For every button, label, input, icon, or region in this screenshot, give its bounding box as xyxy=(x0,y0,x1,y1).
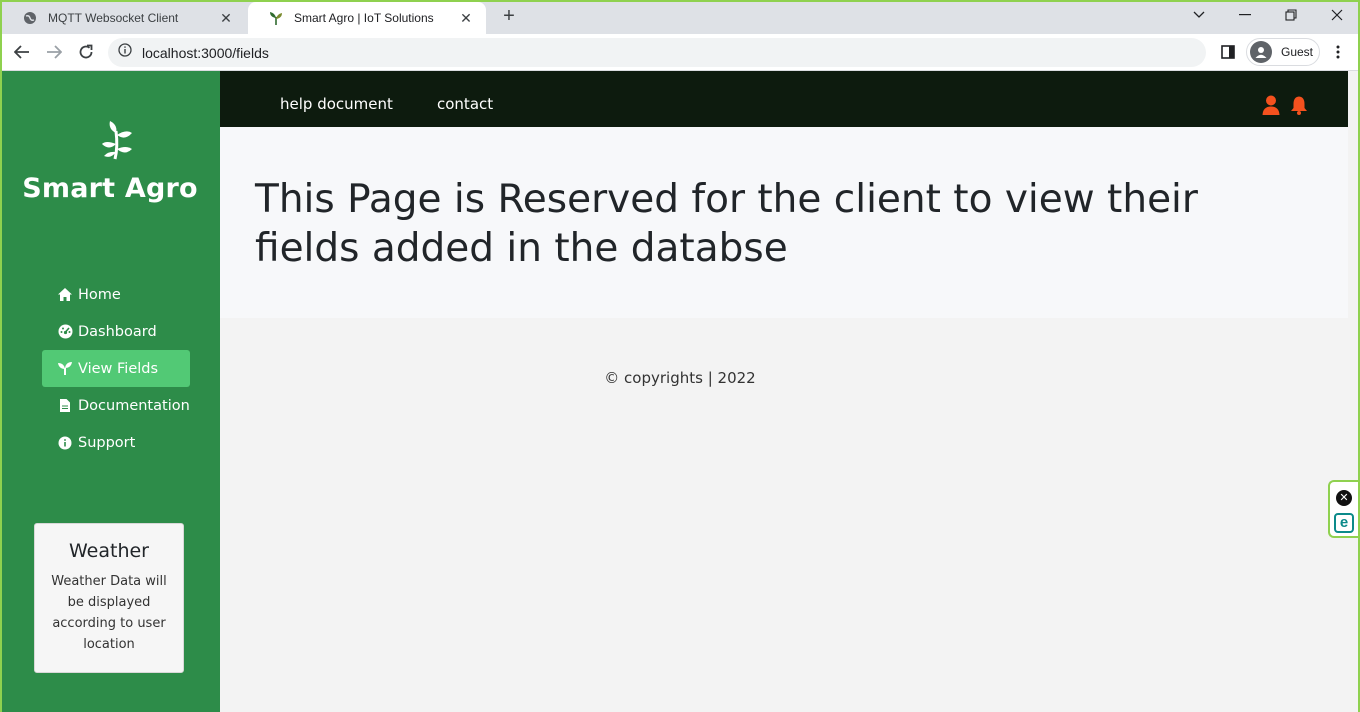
file-icon xyxy=(57,398,73,414)
address-bar[interactable]: localhost:3000/fields xyxy=(108,38,1206,67)
sidebar-item-label: View Fields xyxy=(78,360,159,377)
sidebar-item-documentation[interactable]: Documentation xyxy=(42,387,190,424)
close-icon[interactable]: ✕ xyxy=(458,10,474,26)
extension-widget: ✕ e xyxy=(1328,480,1360,538)
tab-title: MQTT Websocket Client xyxy=(48,11,179,25)
page-heading: This Page is Reserved for the client to … xyxy=(255,177,1198,271)
tab-strip: MQTT Websocket Client ✕ Smart Agro | IoT… xyxy=(0,0,1360,34)
sidebar-item-label: Dashboard xyxy=(78,323,157,340)
hero-section: This Page is Reserved for the client to … xyxy=(220,127,1348,318)
help-document-link[interactable]: help document xyxy=(280,95,393,113)
restore-icon[interactable] xyxy=(1279,4,1303,26)
extension-e-icon[interactable]: e xyxy=(1334,513,1354,533)
sidebar-item-view-fields[interactable]: View Fields xyxy=(42,350,190,387)
info-icon[interactable] xyxy=(118,43,132,62)
reload-icon[interactable] xyxy=(74,40,98,64)
sidebar-item-dashboard[interactable]: Dashboard xyxy=(42,313,190,350)
tab-mqtt-client[interactable]: MQTT Websocket Client ✕ xyxy=(2,2,246,34)
kebab-menu-icon[interactable] xyxy=(1326,40,1350,64)
home-icon xyxy=(57,287,73,303)
forward-arrow-icon[interactable] xyxy=(42,40,66,64)
close-icon[interactable]: ✕ xyxy=(1336,490,1352,506)
plant-logo-icon xyxy=(98,119,138,161)
url-text: localhost:3000/fields xyxy=(142,44,269,61)
seedling-icon xyxy=(57,361,73,377)
contact-link[interactable]: contact xyxy=(437,95,493,113)
gauge-icon xyxy=(57,324,73,340)
new-tab-button[interactable]: + xyxy=(498,6,520,28)
weather-text: Weather Data will be displayed according… xyxy=(51,574,167,652)
sidebar-item-label: Documentation xyxy=(78,397,190,414)
bell-icon[interactable] xyxy=(1288,93,1310,117)
tab-title: Smart Agro | IoT Solutions xyxy=(294,11,434,25)
user-icon[interactable] xyxy=(1260,93,1282,117)
footer-copyright: © copyrights | 2022 xyxy=(604,369,756,387)
sidebar: Smart Agro Home Dashboard View Fields Do… xyxy=(2,71,220,712)
chevron-down-icon[interactable] xyxy=(1187,4,1211,26)
globe-icon xyxy=(22,10,38,26)
top-navbar: help document contact xyxy=(220,71,1348,127)
close-icon[interactable]: ✕ xyxy=(218,10,234,26)
browser-toolbar: localhost:3000/fields Guest xyxy=(0,34,1360,71)
weather-title: Weather xyxy=(69,540,149,562)
info-icon xyxy=(57,435,73,451)
side-panel-icon[interactable] xyxy=(1216,40,1240,64)
profile-button[interactable]: Guest xyxy=(1246,38,1320,66)
sprout-icon xyxy=(268,10,284,26)
user-avatar-icon xyxy=(1250,41,1272,63)
tab-smart-agro[interactable]: Smart Agro | IoT Solutions ✕ xyxy=(248,2,486,34)
sidebar-item-home[interactable]: Home xyxy=(42,276,190,313)
profile-name: Guest xyxy=(1281,45,1314,59)
sidebar-item-label: Support xyxy=(78,434,136,451)
close-window-icon[interactable] xyxy=(1325,4,1349,26)
sidebar-item-support[interactable]: Support xyxy=(42,424,190,461)
sidebar-item-label: Home xyxy=(78,286,121,303)
brand-name: Smart Agro xyxy=(22,173,198,204)
minimize-icon[interactable] xyxy=(1233,4,1257,26)
back-arrow-icon[interactable] xyxy=(10,40,34,64)
weather-card: Weather Weather Data will be displayed a… xyxy=(34,523,184,673)
